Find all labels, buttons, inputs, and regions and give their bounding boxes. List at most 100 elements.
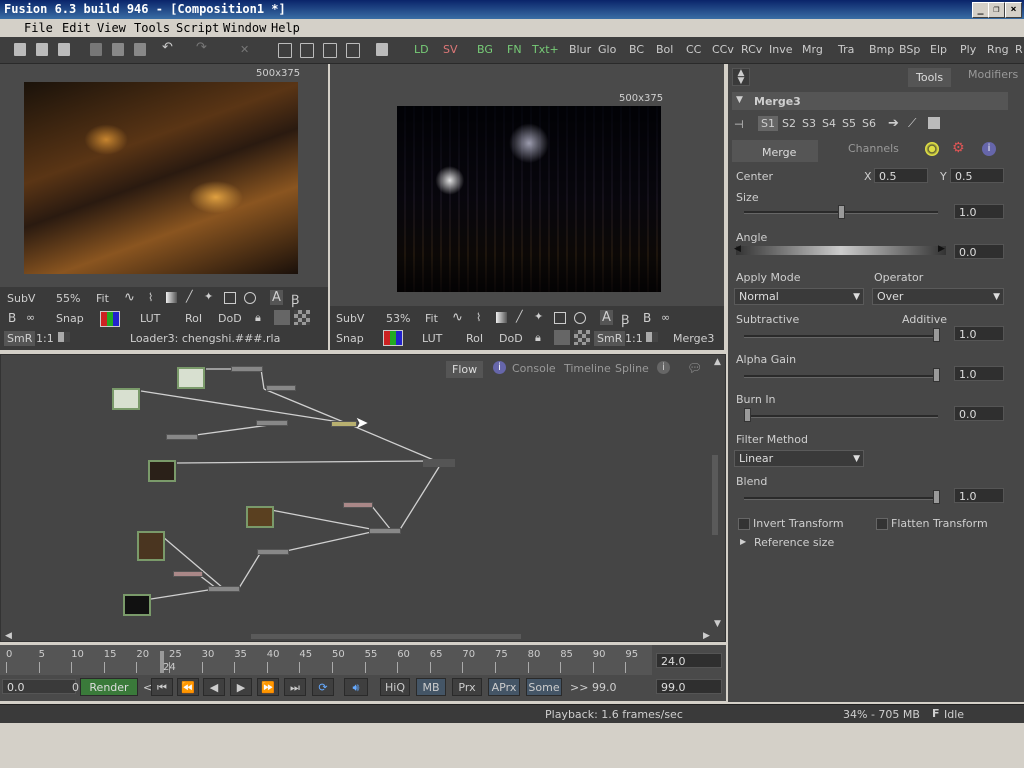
angle-right-icon[interactable]: ▶	[938, 244, 945, 254]
viewer-left-checker-icon[interactable]	[294, 310, 310, 325]
layout-four-icon[interactable]	[346, 43, 360, 58]
viewer-right-ratio[interactable]: 1:1	[625, 332, 643, 345]
flow-node-loader[interactable]	[246, 506, 274, 528]
tool-bsp[interactable]: BSp	[899, 43, 920, 56]
redo-icon[interactable]: ↷	[196, 40, 207, 55]
burn-in-field[interactable]: 0.0	[954, 406, 1004, 421]
viewer-left-roi[interactable]: RoI	[185, 312, 202, 325]
viewer-left-guides-icon[interactable]	[274, 310, 290, 325]
picker-icon[interactable]: ⟋	[908, 116, 916, 131]
tool-rng[interactable]: Rng	[987, 43, 1009, 56]
tool-bmp[interactable]: Bmp	[869, 43, 894, 56]
time-ruler[interactable]: 24	[0, 645, 652, 675]
viewer-left-polyline-icon[interactable]: ⌇	[148, 291, 153, 304]
flow-node-merge[interactable]	[208, 586, 240, 592]
alpha-gain-knob[interactable]	[933, 368, 940, 382]
scene-s2[interactable]: S2	[782, 117, 796, 130]
flow-node-transform[interactable]	[343, 502, 373, 508]
viewer-left-rect-icon[interactable]	[224, 292, 236, 304]
viewer-right-wand-icon[interactable]: ✦	[534, 310, 543, 323]
aprx-button[interactable]: APrx	[488, 678, 520, 696]
scene-s4[interactable]: S4	[822, 117, 836, 130]
viewer-left-snap[interactable]: Snap	[56, 312, 84, 325]
tool-bg[interactable]: BG	[477, 43, 493, 56]
new-file-icon[interactable]	[14, 43, 26, 56]
viewer-right-subv[interactable]: SubV	[336, 312, 364, 325]
viewer-right-gradient-icon[interactable]	[496, 312, 507, 323]
viewer-left-text-outline-icon[interactable]: Ꞵ	[291, 290, 299, 308]
menu-window[interactable]: Window	[223, 21, 266, 35]
minimize-button[interactable]: _	[972, 2, 989, 18]
scene-s3[interactable]: S3	[802, 117, 816, 130]
render-end-field[interactable]: 99.0	[592, 681, 617, 694]
viewer-right-guides-icon[interactable]	[554, 330, 570, 345]
center-y-field[interactable]: 0.5	[950, 168, 1004, 183]
loop-icon[interactable]: ⟳	[312, 678, 334, 696]
flow-node-merge[interactable]	[166, 434, 198, 440]
flow-node-loader[interactable]	[112, 388, 140, 410]
some-button[interactable]: Some	[526, 678, 562, 696]
viewer-left-text-icon[interactable]: A	[270, 290, 283, 305]
subtab-channels[interactable]: Channels	[848, 142, 899, 155]
flow-node-loader[interactable]	[148, 460, 176, 482]
arrow-icon[interactable]: ➔	[888, 116, 899, 131]
flatten-transform-checkbox[interactable]	[876, 518, 888, 530]
burn-in-slider[interactable]	[744, 415, 938, 418]
hiq-button[interactable]: HiQ	[380, 678, 410, 696]
mb-button[interactable]: MB	[416, 678, 446, 696]
save-icon[interactable]	[58, 43, 70, 56]
flow-node-merge[interactable]	[231, 366, 263, 372]
scene-s1[interactable]: S1	[758, 116, 778, 131]
alpha-gain-slider[interactable]	[744, 375, 938, 378]
go-end-icon[interactable]: ⏭	[284, 678, 306, 696]
tool-ld[interactable]: LD	[414, 43, 429, 56]
viewer-right-lut[interactable]: LUT	[422, 332, 442, 345]
viewer-right-ellipse-icon[interactable]	[574, 312, 586, 324]
menu-view[interactable]: View	[97, 21, 126, 35]
expand-arrow-icon[interactable]: ▶	[740, 537, 746, 546]
viewer-left-image[interactable]	[24, 82, 298, 274]
viewer-left-ratio[interactable]: 1:1	[36, 332, 54, 345]
pin-icon[interactable]: ⊣	[734, 118, 744, 131]
subtab-merge[interactable]: Merge	[762, 146, 796, 159]
operator-dropdown[interactable]: Over ▼	[872, 288, 1004, 305]
viewer-left-channel-icon[interactable]	[100, 311, 120, 327]
viewer-left-subv[interactable]: SubV	[7, 292, 35, 305]
settings-gear-icon[interactable]: ⚙	[952, 140, 965, 156]
subtractive-additive-field[interactable]: 1.0	[954, 326, 1004, 341]
fast-forward-icon[interactable]: ⏩	[257, 678, 279, 696]
size-field[interactable]: 1.0	[954, 204, 1004, 219]
tool-glo[interactable]: Glo	[598, 43, 616, 56]
viewer-right-text-outline-icon[interactable]: Ꞵ	[621, 310, 629, 328]
viewer-right-polyline-icon[interactable]: ⌇	[476, 311, 481, 324]
play-icon[interactable]: ▶	[230, 678, 252, 696]
alpha-gain-field[interactable]: 1.0	[954, 366, 1004, 381]
menu-tools[interactable]: Tools	[134, 21, 170, 35]
flow-node-loader[interactable]	[177, 367, 205, 389]
flow-node-merge3[interactable]	[331, 421, 357, 427]
viewer-left[interactable]: 500x375 SubV 55% Fit ∿ ⌇ ╱ ✦ A Ꞵ B ∞ Sna…	[0, 64, 328, 350]
viewer-left-gradient-icon[interactable]	[166, 292, 177, 303]
tool-r[interactable]: R	[1015, 43, 1023, 56]
tool-fn[interactable]: FN	[507, 43, 522, 56]
rewind-icon[interactable]: ⏪	[177, 678, 199, 696]
tool-mrg[interactable]: Mrg	[802, 43, 823, 56]
audio-icon[interactable]: 🔊︎	[344, 678, 368, 696]
tool-ply[interactable]: Ply	[960, 43, 976, 56]
scene-s5[interactable]: S5	[842, 117, 856, 130]
tab-tools[interactable]: Tools	[908, 68, 952, 87]
viewer-left-paint-icon[interactable]: ╱	[186, 290, 193, 303]
size-slider-knob[interactable]	[838, 205, 845, 219]
step-back-icon[interactable]: ◀	[203, 678, 225, 696]
close-button[interactable]: ×	[1005, 2, 1022, 18]
end-time-field[interactable]: 24.0	[656, 653, 722, 668]
viewer-right-rect-icon[interactable]	[554, 312, 566, 324]
viewer-left-lut[interactable]: LUT	[140, 312, 160, 325]
burn-in-knob[interactable]	[744, 408, 751, 422]
tool-expand-icon[interactable]: ▼	[736, 95, 743, 105]
viewer-right-checker-icon[interactable]	[574, 330, 590, 345]
center-x-field[interactable]: 0.5	[874, 168, 928, 183]
open-file-icon[interactable]	[36, 43, 48, 56]
viewer-left-spline-icon[interactable]: ∿	[124, 290, 135, 305]
viewer-left-link-icon[interactable]: ∞	[26, 311, 35, 324]
